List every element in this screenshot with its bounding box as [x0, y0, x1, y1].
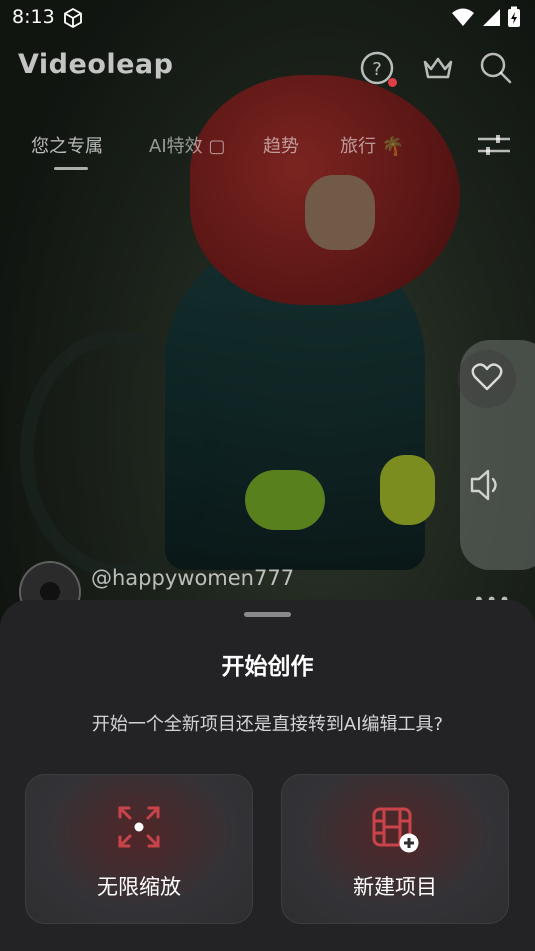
signal-icon [481, 7, 501, 31]
wifi-icon [451, 7, 475, 31]
cube-icon [62, 7, 84, 33]
app-logo: Videoleap [18, 49, 174, 80]
category-tabs: 您之专属 AI特效 ▢ 趋势 旅行 🌴 [0, 128, 535, 168]
expand-icon [117, 805, 161, 853]
new-project-label: 新建项目 [353, 875, 437, 899]
post-username[interactable]: @happywomen777 [91, 566, 294, 590]
svg-text:?: ? [372, 59, 382, 80]
crown-icon[interactable] [420, 50, 456, 90]
active-tab-indicator [54, 167, 88, 170]
tab-trending[interactable]: 趋势 [263, 132, 299, 158]
infinite-zoom-button[interactable]: 无限缩放 [25, 774, 253, 924]
tab-travel[interactable]: 旅行 🌴 [340, 132, 404, 158]
sheet-title: 开始创作 [221, 654, 314, 680]
filter-icon[interactable] [476, 132, 512, 162]
tab-ai-effects[interactable]: AI特效 ▢ [149, 132, 225, 158]
bottom-sheet: 开始创作 开始一个全新项目还是直接转到AI编辑工具? 无限缩放 新建项目 [0, 600, 535, 951]
heart-icon [471, 362, 503, 396]
battery-icon [507, 6, 521, 32]
new-project-button[interactable]: 新建项目 [281, 774, 509, 924]
film-add-icon [371, 805, 419, 857]
notification-dot [388, 78, 397, 87]
tab-for-you[interactable]: 您之专属 [31, 132, 103, 158]
infinite-zoom-label: 无限缩放 [97, 875, 181, 899]
search-icon[interactable] [478, 50, 514, 90]
sheet-subtitle: 开始一个全新项目还是直接转到AI编辑工具? [91, 714, 444, 735]
volume-icon[interactable] [468, 466, 502, 508]
sheet-drag-handle[interactable] [244, 612, 291, 617]
status-bar: 8:13 [0, 0, 535, 36]
status-time: 8:13 [12, 6, 55, 28]
top-bar: Videoleap ? [0, 46, 535, 90]
like-button[interactable] [458, 350, 516, 408]
